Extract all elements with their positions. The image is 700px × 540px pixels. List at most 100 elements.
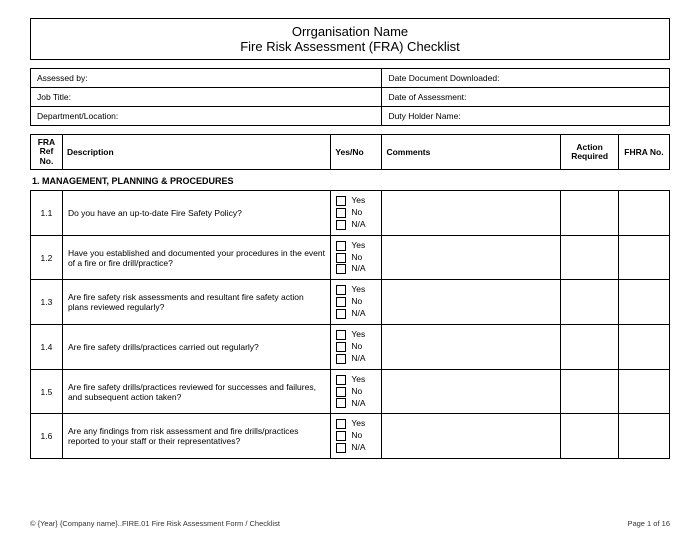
duty-holder-label: Duty Holder Name:	[382, 107, 670, 126]
row-comments	[382, 191, 561, 236]
row-fhra	[618, 325, 669, 370]
footer-right: Page 1 of 16	[627, 519, 670, 528]
row-ref: 1.4	[31, 325, 63, 370]
checkbox-yes[interactable]	[336, 241, 346, 251]
row-desc: Do you have an up-to-date Fire Safety Po…	[62, 191, 330, 236]
checkbox-no[interactable]	[336, 297, 346, 307]
row-ref: 1.5	[31, 369, 63, 414]
row-fhra	[618, 280, 669, 325]
table-row: 1.3Are fire safety risk assessments and …	[31, 280, 670, 325]
date-downloaded-label: Date Document Downloaded:	[382, 69, 670, 88]
checkbox-yes[interactable]	[336, 330, 346, 340]
checkbox-na[interactable]	[336, 354, 346, 364]
row-action	[561, 280, 619, 325]
hdr-yn: Yes/No	[331, 135, 382, 170]
checkbox-no[interactable]	[336, 342, 346, 352]
opt-na: N/A	[351, 398, 365, 410]
checkbox-yes[interactable]	[336, 375, 346, 385]
opt-no: No	[351, 207, 362, 219]
row-yn: YesNoN/A	[331, 414, 382, 459]
row-action	[561, 414, 619, 459]
row-yn: YesNoN/A	[331, 191, 382, 236]
opt-yes: Yes	[351, 418, 365, 430]
header-table: FRARefNo. Description Yes/No Comments Ac…	[30, 134, 670, 170]
date-assessment-label: Date of Assessment:	[382, 88, 670, 107]
opt-yes: Yes	[351, 374, 365, 386]
opt-no: No	[351, 252, 362, 264]
table-row: 1.1Do you have an up-to-date Fire Safety…	[31, 191, 670, 236]
checkbox-na[interactable]	[336, 398, 346, 408]
dept-label: Department/Location:	[31, 107, 382, 126]
row-yn: YesNoN/A	[331, 235, 382, 280]
hdr-ref: FRARefNo.	[31, 135, 63, 170]
row-ref: 1.1	[31, 191, 63, 236]
hdr-fhra: FHRA No.	[618, 135, 669, 170]
hdr-act: ActionRequired	[561, 135, 619, 170]
row-desc: Are any findings from risk assessment an…	[62, 414, 330, 459]
row-ref: 1.2	[31, 235, 63, 280]
row-comments	[382, 325, 561, 370]
checkbox-no[interactable]	[336, 208, 346, 218]
checkbox-na[interactable]	[336, 264, 346, 274]
opt-yes: Yes	[351, 195, 365, 207]
row-desc: Are fire safety risk assessments and res…	[62, 280, 330, 325]
opt-na: N/A	[351, 263, 365, 275]
checkbox-no[interactable]	[336, 253, 346, 263]
opt-na: N/A	[351, 353, 365, 365]
opt-na: N/A	[351, 442, 365, 454]
opt-yes: Yes	[351, 329, 365, 341]
opt-no: No	[351, 341, 362, 353]
row-fhra	[618, 235, 669, 280]
hdr-comm: Comments	[382, 135, 561, 170]
row-desc: Have you established and documented your…	[62, 235, 330, 280]
org-name: Orrganisation Name	[31, 24, 669, 39]
row-yn: YesNoN/A	[331, 369, 382, 414]
checkbox-yes[interactable]	[336, 419, 346, 429]
doc-title: Fire Risk Assessment (FRA) Checklist	[31, 39, 669, 54]
table-row: 1.5Are fire safety drills/practices revi…	[31, 369, 670, 414]
hdr-desc: Description	[62, 135, 330, 170]
checkbox-no[interactable]	[336, 387, 346, 397]
table-row: 1.4Are fire safety drills/practices carr…	[31, 325, 670, 370]
opt-na: N/A	[351, 308, 365, 320]
opt-no: No	[351, 430, 362, 442]
row-comments	[382, 235, 561, 280]
opt-no: No	[351, 386, 362, 398]
row-action	[561, 369, 619, 414]
rows-table: 1.1Do you have an up-to-date Fire Safety…	[30, 190, 670, 459]
assessed-by-label: Assessed by:	[31, 69, 382, 88]
row-ref: 1.6	[31, 414, 63, 459]
row-yn: YesNoN/A	[331, 325, 382, 370]
row-yn: YesNoN/A	[331, 280, 382, 325]
row-fhra	[618, 191, 669, 236]
footer: © {Year} {Company name}..FIRE.01 Fire Ri…	[30, 519, 670, 528]
checkbox-yes[interactable]	[336, 285, 346, 295]
row-action	[561, 325, 619, 370]
footer-left: © {Year} {Company name}..FIRE.01 Fire Ri…	[30, 519, 280, 528]
checkbox-no[interactable]	[336, 431, 346, 441]
checkbox-na[interactable]	[336, 309, 346, 319]
table-row: 1.2Have you established and documented y…	[31, 235, 670, 280]
checkbox-na[interactable]	[336, 220, 346, 230]
row-fhra	[618, 414, 669, 459]
row-ref: 1.3	[31, 280, 63, 325]
row-desc: Are fire safety drills/practices carried…	[62, 325, 330, 370]
row-comments	[382, 280, 561, 325]
checkbox-yes[interactable]	[336, 196, 346, 206]
opt-yes: Yes	[351, 284, 365, 296]
row-action	[561, 235, 619, 280]
table-row: 1.6Are any findings from risk assessment…	[31, 414, 670, 459]
opt-na: N/A	[351, 219, 365, 231]
opt-yes: Yes	[351, 240, 365, 252]
job-title-label: Job Title:	[31, 88, 382, 107]
checkbox-na[interactable]	[336, 443, 346, 453]
title-box: Orrganisation Name Fire Risk Assessment …	[30, 18, 670, 60]
row-desc: Are fire safety drills/practices reviewe…	[62, 369, 330, 414]
opt-no: No	[351, 296, 362, 308]
row-comments	[382, 369, 561, 414]
row-fhra	[618, 369, 669, 414]
row-action	[561, 191, 619, 236]
row-comments	[382, 414, 561, 459]
meta-table: Assessed by:Date Document Downloaded: Jo…	[30, 68, 670, 126]
section-title: 1. MANAGEMENT, PLANNING & PROCEDURES	[30, 170, 670, 190]
